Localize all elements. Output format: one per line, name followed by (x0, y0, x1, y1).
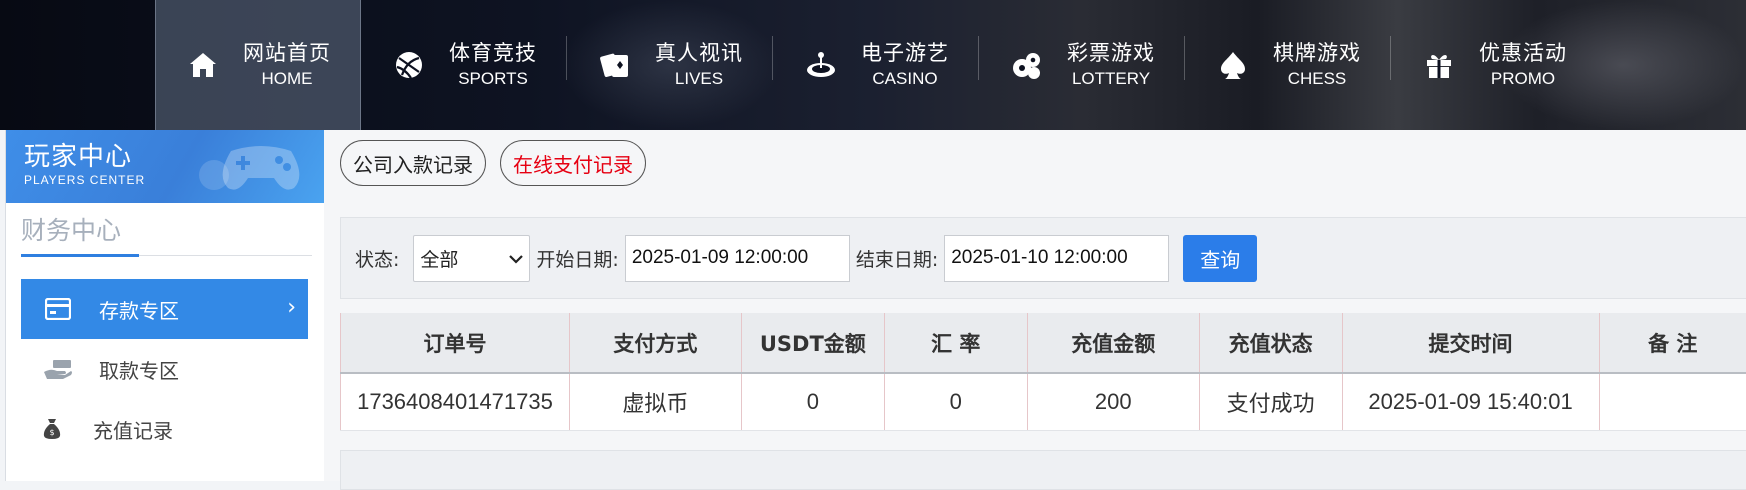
column-header: USDT金额 (741, 313, 884, 373)
filter-bar: 状态: 全部 开始日期: 2025-01-09 12:00:00 结束日期: 2… (340, 217, 1746, 299)
nav-label-en: HOME (262, 67, 313, 91)
query-button[interactable]: 查询 (1183, 235, 1257, 282)
nav-label-cn: 体育竞技 (449, 39, 537, 67)
column-header: 充值金额 (1027, 313, 1199, 373)
section-underline (21, 254, 139, 257)
nav-item-home[interactable]: 网站首页 HOME (155, 0, 361, 130)
nav-item-sports[interactable]: 体育竞技 SPORTS (361, 0, 567, 130)
column-header: 备 注 (1599, 313, 1746, 373)
lottery-icon (1009, 47, 1045, 83)
players-center-header: 玩家中心 PLAYERS CENTER (6, 130, 324, 203)
record-tabs: 公司入款记录 在线支付记录 (340, 140, 646, 186)
top-navigation-bar: 网站首页 HOME 体育竞技 SPORTS 真人视讯 LIVES (0, 0, 1746, 130)
payment-records-table: 订单号 支付方式 USDT金额 汇 率 充值金额 充值状态 提交时间 备 注 1… (340, 313, 1746, 431)
casino-icon (803, 47, 839, 83)
bottom-panel (340, 450, 1746, 490)
nav-item-chess[interactable]: 棋牌游戏 CHESS (1185, 0, 1391, 130)
nav-label-en: SPORTS (458, 67, 528, 91)
table-header-row: 订单号 支付方式 USDT金额 汇 率 充值金额 充值状态 提交时间 备 注 (341, 313, 1746, 373)
section-title: 财务中心 (21, 216, 121, 245)
recharge-status-cell: 支付成功 (1199, 373, 1342, 430)
column-header: 汇 率 (884, 313, 1027, 373)
start-date-label: 开始日期: (536, 245, 618, 272)
sidebar-item-label: 取款专区 (99, 355, 179, 384)
tab-online-payment-records[interactable]: 在线支付记录 (500, 140, 646, 186)
status-label: 状态: (355, 245, 399, 272)
spade-icon (1215, 47, 1251, 83)
gift-icon (1421, 47, 1457, 83)
nav-label-en: LOTTERY (1072, 67, 1150, 91)
remark-cell (1599, 373, 1746, 430)
nav-item-casino[interactable]: 电子游艺 CASINO (773, 0, 979, 130)
recharge-amount-cell: 200 (1027, 373, 1199, 430)
sidebar-item-label: 存款专区 (99, 295, 179, 324)
nav-label-en: CHESS (1288, 67, 1347, 91)
sidebar-item-withdraw[interactable]: 取款专区 (21, 339, 308, 399)
nav-label-cn: 网站首页 (243, 39, 331, 67)
cards-icon (597, 47, 633, 83)
hand-money-icon (43, 354, 73, 384)
home-icon (185, 47, 221, 83)
main-nav: 网站首页 HOME 体育竞技 SPORTS 真人视讯 LIVES (155, 0, 1597, 130)
nav-label-cn: 电子游艺 (861, 39, 949, 67)
table-row: 1736408401471735 虚拟币 0 0 200 支付成功 2025-0… (341, 373, 1746, 430)
end-date-input[interactable]: 2025-01-10 12:00:00 (944, 235, 1169, 282)
column-header: 提交时间 (1342, 313, 1599, 373)
status-select[interactable]: 全部 (413, 235, 530, 282)
nav-label-cn: 真人视讯 (655, 39, 743, 67)
payment-method-cell: 虚拟币 (569, 373, 741, 430)
nav-label-en: CASINO (872, 67, 937, 91)
gamepad-icon (216, 136, 306, 196)
submit-time-cell: 2025-01-09 15:40:01 (1342, 373, 1599, 430)
sidebar-item-label: 充值记录 (93, 415, 173, 444)
money-bag-icon: $ (37, 414, 67, 444)
chevron-down-icon (509, 247, 523, 269)
main-content: 公司入款记录 在线支付记录 状态: 全部 开始日期: 2025-01-09 12… (324, 130, 1746, 481)
column-header: 充值状态 (1199, 313, 1342, 373)
column-header: 支付方式 (569, 313, 741, 373)
nav-label-cn: 棋牌游戏 (1273, 39, 1361, 67)
nav-item-promo[interactable]: 优惠活动 PROMO (1391, 0, 1597, 130)
tab-company-deposit-records[interactable]: 公司入款记录 (340, 140, 486, 186)
column-header: 订单号 (341, 313, 570, 373)
nav-label-cn: 优惠活动 (1479, 39, 1567, 67)
card-icon (43, 294, 73, 324)
svg-text:$: $ (49, 428, 54, 437)
nav-label-en: PROMO (1491, 67, 1555, 91)
start-date-input[interactable]: 2025-01-09 12:00:00 (625, 235, 850, 282)
finance-center-section: 财务中心 (21, 214, 312, 256)
nav-label-en: LIVES (675, 67, 723, 91)
end-date-label: 结束日期: (856, 245, 938, 272)
nav-item-lottery[interactable]: 彩票游戏 LOTTERY (979, 0, 1185, 130)
order-number-cell: 1736408401471735 (341, 373, 570, 430)
usdt-amount-cell: 0 (741, 373, 884, 430)
nav-item-lives[interactable]: 真人视讯 LIVES (567, 0, 773, 130)
chevron-right-icon: › (287, 295, 296, 320)
exchange-rate-cell: 0 (884, 373, 1027, 430)
nav-label-cn: 彩票游戏 (1067, 39, 1155, 67)
sidebar-item-recharge-history[interactable]: $ 充值记录 (21, 399, 308, 459)
sidebar: 玩家中心 PLAYERS CENTER 财务中心 存款专区 › 取款专区 $ 充… (5, 130, 324, 481)
ball-icon (391, 47, 427, 83)
sidebar-item-deposit[interactable]: 存款专区 › (21, 279, 308, 339)
status-select-value: 全部 (420, 245, 458, 272)
